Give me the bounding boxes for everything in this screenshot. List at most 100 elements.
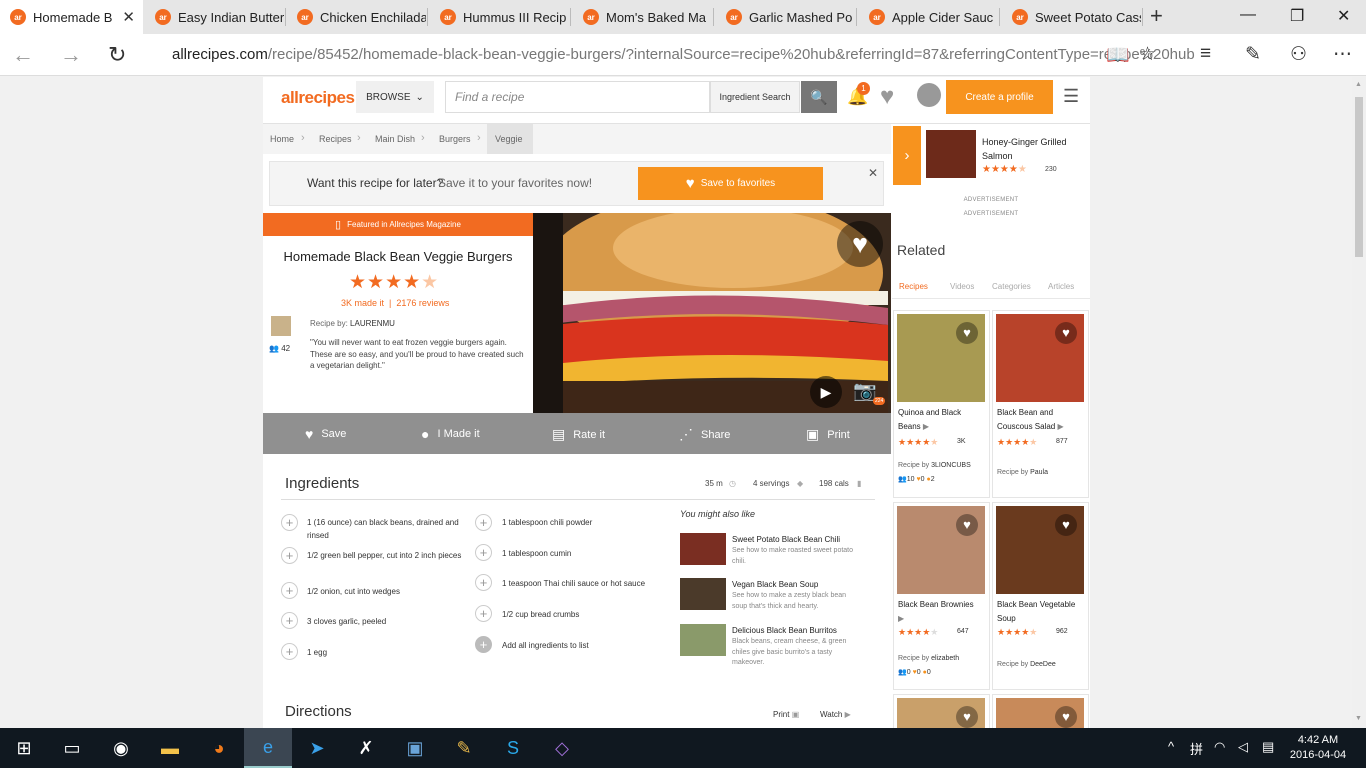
ingredient-item[interactable]: 1/2 green bell pepper, cut into 2 inch p… — [307, 549, 472, 562]
add-ingredient-icon[interactable]: + — [281, 643, 298, 660]
heart-icon[interactable]: ♥ — [956, 514, 978, 536]
also-like-title[interactable]: Sweet Potato Black Bean Chili — [732, 535, 840, 544]
rating-stars[interactable]: ★★★★★ — [349, 271, 439, 294]
search-button[interactable]: 🔍 — [801, 81, 837, 113]
telegram-icon[interactable]: ➤ — [293, 728, 341, 768]
ingredient-item[interactable]: 1 teaspoon Thai chili sauce or hot sauce — [502, 577, 672, 590]
task-view-icon[interactable]: ▭ — [48, 728, 96, 768]
paint-icon[interactable]: ✎ — [440, 728, 488, 768]
card-author-name[interactable]: 3LIONCUBS — [931, 462, 971, 469]
add-ingredient-icon[interactable]: + — [475, 574, 492, 591]
card-title[interactable]: Black Bean Brownies ▶ — [898, 598, 986, 626]
servings[interactable]: 4 servings — [753, 479, 789, 488]
ingredient-item[interactable]: 1 tablespoon cumin — [502, 547, 672, 560]
also-like-thumbnail[interactable] — [680, 533, 726, 565]
ime-icon[interactable]: 拼 — [1190, 739, 1203, 758]
page-scrollbar[interactable]: ▲ ▼ — [1352, 77, 1366, 728]
scroll-up-icon[interactable]: ▲ — [1355, 81, 1362, 88]
favorites-heart-icon[interactable]: ♥ — [880, 83, 894, 111]
web-note-icon[interactable]: ✎ — [1245, 43, 1261, 66]
scroll-down-icon[interactable]: ▼ — [1355, 715, 1362, 722]
taskbar-clock[interactable]: 4:42 AM 2016-04-04 — [1288, 733, 1348, 763]
tab-moms-baked[interactable]: ar Mom's Baked Ma — [573, 0, 712, 34]
heart-icon[interactable]: ♥ — [1055, 514, 1077, 536]
browse-menu[interactable]: BROWSE ⌄ — [356, 81, 434, 113]
directions-watch-button[interactable]: Watch ▶ — [820, 710, 851, 719]
save-button[interactable]: ♥ Save — [305, 426, 346, 442]
xmind-icon[interactable]: ✗ — [342, 728, 390, 768]
also-like-thumbnail[interactable] — [680, 624, 726, 656]
allrecipes-logo[interactable]: allrecipes — [281, 88, 355, 108]
rate-button[interactable]: ▤ Rate it — [552, 426, 605, 443]
action-center-icon[interactable]: ▤ — [1262, 739, 1274, 755]
card-author-name[interactable]: DeeDee — [1030, 661, 1056, 668]
favorite-heart-icon[interactable]: ♥ — [837, 221, 883, 267]
made-it-reviews[interactable]: 3K made it | 2176 reviews — [341, 298, 449, 308]
card-title[interactable]: Black Bean Vegetable Soup — [997, 598, 1085, 626]
restore-icon[interactable]: ❐ — [1290, 6, 1304, 26]
more-icon[interactable]: ⋯ — [1333, 43, 1352, 66]
related-recipe-card[interactable]: ♥ Black Bean Vegetable Soup ★★★★★ 962 Re… — [992, 502, 1089, 690]
made-it-button[interactable]: ● I Made it — [421, 426, 480, 442]
heart-icon[interactable]: ♥ — [956, 706, 978, 728]
heart-icon[interactable]: ♥ — [956, 322, 978, 344]
add-ingredient-icon[interactable]: + — [475, 514, 492, 531]
breadcrumb-burgers[interactable]: Burgers — [439, 134, 471, 144]
tab-close-icon[interactable]: ✕ — [122, 8, 135, 26]
author-name[interactable]: LAURENMU — [350, 319, 395, 328]
breadcrumb-main-dish[interactable]: Main Dish — [375, 134, 415, 144]
add-ingredient-icon[interactable]: + — [281, 514, 298, 531]
skype-icon[interactable]: S — [489, 728, 537, 768]
forward-arrow-icon[interactable]: → — [60, 42, 82, 68]
ingredient-item[interactable]: 1 egg — [307, 646, 472, 659]
add-ingredient-icon[interactable]: + — [281, 582, 298, 599]
related-recipe-card[interactable]: ♥ Black Bean and Couscous Salad ▶ ★★★★★ … — [992, 310, 1089, 498]
visual-studio-icon[interactable]: ◇ — [538, 728, 586, 768]
card-title[interactable]: Quinoa and Black Beans ▶ — [898, 406, 986, 434]
heart-icon[interactable]: ♥ — [1055, 706, 1077, 728]
related-recipe-card[interactable]: ♥ — [992, 694, 1089, 728]
tab-easy-indian-butter[interactable]: ar Easy Indian Butter — [145, 0, 284, 34]
add-ingredient-icon[interactable]: + — [281, 547, 298, 564]
add-all-ingredients-link[interactable]: Add all ingredients to list — [502, 639, 672, 652]
save-to-favorites-button[interactable]: ♥ Save to favorites — [638, 167, 823, 200]
close-icon[interactable]: ✕ — [868, 166, 878, 180]
tab-videos[interactable]: Videos — [950, 282, 974, 291]
breadcrumb-home[interactable]: Home — [270, 134, 294, 144]
ingredient-item[interactable]: 1 tablespoon chili powder — [502, 516, 672, 529]
create-profile-button[interactable]: Create a profile — [946, 80, 1053, 114]
ingredient-item[interactable]: 3 cloves garlic, peeled — [307, 615, 472, 628]
related-recipe-card[interactable]: ♥ Black Bean Brownies ▶ ★★★★★ 647 Recipe … — [893, 502, 990, 690]
minimize-icon[interactable]: — — [1240, 6, 1256, 24]
card-author-name[interactable]: Paula — [1030, 469, 1048, 476]
add-ingredient-icon[interactable]: + — [475, 605, 492, 622]
edge-icon[interactable]: e — [244, 728, 292, 768]
show-hidden-icons-icon[interactable]: ^ — [1168, 739, 1174, 754]
refresh-icon[interactable]: ↻ — [108, 42, 126, 68]
chrome-icon[interactable]: ◉ — [97, 728, 145, 768]
reading-view-icon[interactable]: 📖 — [1106, 43, 1130, 67]
print-button[interactable]: ▣ Print — [806, 426, 850, 443]
tab-articles[interactable]: Articles — [1048, 282, 1074, 291]
favorite-star-icon[interactable]: ☆ — [1139, 43, 1156, 66]
play-video-icon[interactable]: ▶ — [810, 376, 842, 408]
url-field[interactable]: allrecipes.com/recipe/85452/homemade-bla… — [172, 46, 1195, 63]
volume-icon[interactable]: ◁ — [1238, 739, 1248, 755]
featured-recipe-title[interactable]: Honey-Ginger Grilled Salmon — [982, 135, 1082, 163]
tab-homemade-black-bean[interactable]: ar Homemade B ✕ — [0, 0, 143, 34]
file-explorer-icon[interactable]: ▬ — [146, 728, 194, 768]
featured-recipe-thumbnail[interactable] — [926, 130, 976, 178]
also-like-title[interactable]: Vegan Black Bean Soup — [732, 580, 818, 589]
chevron-right-icon[interactable]: › — [893, 126, 921, 185]
card-title[interactable]: Black Bean and Couscous Salad ▶ — [997, 406, 1085, 434]
heart-icon[interactable]: ♥ — [1055, 322, 1077, 344]
close-window-icon[interactable]: ✕ — [1337, 6, 1350, 26]
share-icon[interactable]: ⚇ — [1290, 43, 1307, 66]
also-like-thumbnail[interactable] — [680, 578, 726, 610]
new-tab-button[interactable]: + — [1150, 3, 1163, 29]
back-arrow-icon[interactable]: ← — [12, 42, 34, 68]
breadcrumb-veggie[interactable]: Veggie — [495, 134, 523, 144]
photos-icon[interactable]: ▣ — [391, 728, 439, 768]
breadcrumb-recipes[interactable]: Recipes — [319, 134, 352, 144]
hamburger-menu-icon[interactable]: ☰ — [1063, 86, 1079, 107]
